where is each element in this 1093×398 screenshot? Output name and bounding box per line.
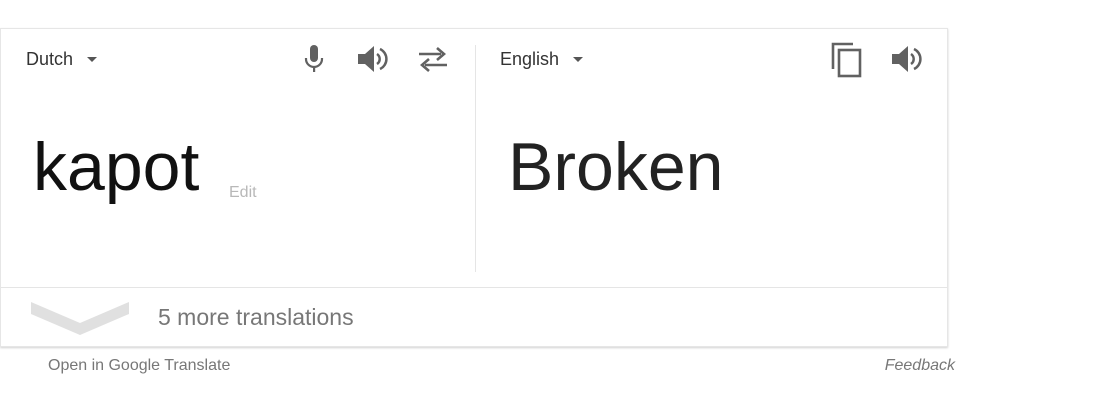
feedback-link[interactable]: Feedback: [885, 357, 955, 375]
target-language-select[interactable]: English: [500, 49, 584, 70]
source-text[interactable]: kapot: [33, 133, 199, 201]
source-language-label: Dutch: [26, 49, 74, 69]
more-translations-label: 5 more translations: [158, 304, 354, 330]
chevron-down-icon: [573, 57, 584, 62]
microphone-icon[interactable]: [298, 43, 330, 75]
panel-divider: [475, 45, 476, 272]
translate-card: Dutch English kapot Edit Broken 5 more t…: [0, 28, 948, 347]
more-translations-button[interactable]: 5 more translations: [1, 288, 947, 346]
target-speaker-icon[interactable]: [891, 43, 923, 75]
source-language-select[interactable]: Dutch: [26, 49, 98, 70]
edit-link[interactable]: Edit: [229, 184, 257, 202]
translated-text: Broken: [508, 129, 724, 205]
copy-icon[interactable]: [829, 41, 865, 79]
swap-languages-icon[interactable]: [417, 43, 449, 75]
open-in-translate-link[interactable]: Open in Google Translate: [48, 357, 230, 375]
target-language-label: English: [500, 49, 560, 69]
chevron-down-icon: [87, 57, 98, 62]
chevron-down-icon: [31, 302, 129, 335]
source-speaker-icon[interactable]: [357, 43, 389, 75]
